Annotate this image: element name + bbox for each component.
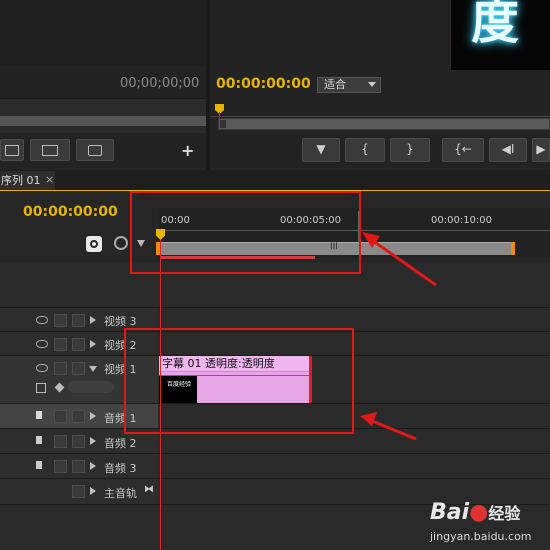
watermark-url: jingyan.baidu.com	[430, 530, 532, 543]
watermark-brand-text: Bai	[430, 500, 470, 525]
annotation-arrow-clip-head	[360, 412, 377, 426]
watermark-brand: Bai●经验	[430, 500, 520, 525]
annotation-arrow-ruler	[365, 234, 437, 287]
annotation-arrows	[360, 232, 437, 441]
paw-icon: ●	[469, 500, 489, 525]
watermark: Bai●经验 jingyan.baidu.com	[428, 500, 550, 550]
watermark-brand-text2: 经验	[488, 504, 521, 523]
